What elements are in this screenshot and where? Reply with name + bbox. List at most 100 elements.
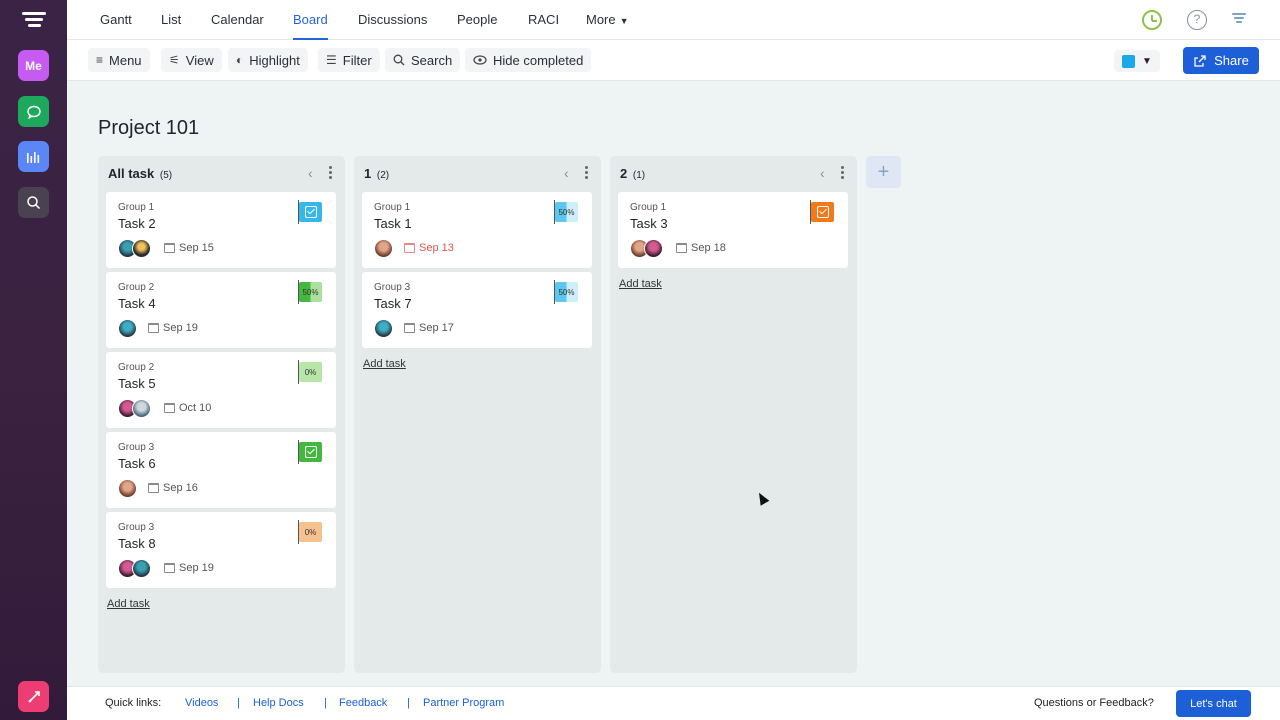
due-date: Sep 13 <box>404 242 454 254</box>
due-date-text: Sep 17 <box>419 322 454 334</box>
account-menu-icon[interactable] <box>1232 13 1246 27</box>
avatar <box>374 239 393 258</box>
rail-chat-button[interactable] <box>18 96 49 127</box>
rail-workload-button[interactable] <box>18 141 49 172</box>
highlight-button-label: Highlight <box>249 52 300 68</box>
due-date-text: Sep 19 <box>163 322 198 334</box>
calendar-icon <box>164 563 175 573</box>
tab-gantt[interactable]: Gantt <box>100 0 132 40</box>
rail-search-button[interactable] <box>18 187 49 218</box>
progress-badge[interactable]: 0% <box>298 360 322 384</box>
questions-label: Questions or Feedback? <box>1034 697 1154 709</box>
due-date: Sep 15 <box>164 242 214 254</box>
column-count: (2) <box>376 170 390 181</box>
assignees <box>118 239 151 258</box>
tab-people[interactable]: People <box>457 0 497 40</box>
rail-launch-button[interactable] <box>18 681 49 712</box>
tab-discussions[interactable]: Discussions <box>358 0 427 40</box>
task-card[interactable]: Group 3 Task 8 Sep 19 0% <box>106 512 336 588</box>
task-card[interactable]: Group 3 Task 6 Sep 16 <box>106 432 336 508</box>
quick-links-label: Quick links: <box>105 697 162 709</box>
progress-badge[interactable] <box>298 440 322 464</box>
due-date-text: Sep 13 <box>419 242 454 254</box>
task-name: Task 2 <box>118 216 156 231</box>
progress-badge[interactable]: 50% <box>554 200 578 224</box>
videos-link[interactable]: Videos <box>185 697 218 709</box>
chevron-left-icon[interactable]: ‹ <box>564 165 569 181</box>
task-name: Task 7 <box>374 296 412 311</box>
highlight-button[interactable]: ◐ Highlight <box>228 48 308 72</box>
task-card[interactable]: Group 2 Task 5 Oct 10 0% <box>106 352 336 428</box>
filter-icon: ☰ <box>326 53 337 67</box>
tab-list[interactable]: List <box>161 0 181 40</box>
add-task-link[interactable]: Add task <box>363 358 406 370</box>
share-icon <box>1194 54 1206 67</box>
left-rail: Me <box>0 0 67 720</box>
task-group: Group 2 <box>118 362 155 373</box>
more-vertical-icon[interactable] <box>585 166 589 180</box>
task-card[interactable]: Group 1 Task 1 Sep 13 50% <box>362 192 592 268</box>
calendar-icon <box>676 243 687 253</box>
search-icon <box>27 196 41 210</box>
clock-icon[interactable] <box>1142 10 1162 30</box>
calendar-icon <box>404 323 415 333</box>
search-button[interactable]: Search <box>385 48 461 72</box>
column-count: (1) <box>632 170 646 181</box>
menu-button[interactable]: ≡ Menu <box>88 48 150 72</box>
lets-chat-button[interactable]: Let's chat <box>1176 690 1251 717</box>
task-name: Task 1 <box>374 216 412 231</box>
progress-badge[interactable]: 50% <box>554 280 578 304</box>
progress-badge[interactable]: 50% <box>298 280 322 304</box>
search-icon <box>393 54 405 66</box>
column-title: All task (5) <box>108 166 172 181</box>
task-card[interactable]: Group 2 Task 4 Sep 19 50% <box>106 272 336 348</box>
rocket-icon <box>27 690 40 703</box>
help-docs-link[interactable]: Help Docs <box>253 697 304 709</box>
tab-more[interactable]: More ▼ <box>586 0 629 40</box>
caret-down-icon: ▼ <box>1142 55 1152 67</box>
avatar <box>374 319 393 338</box>
view-button[interactable]: ⚟ View <box>161 48 222 72</box>
progress-badge[interactable] <box>298 200 322 224</box>
progress-badge[interactable] <box>810 200 834 224</box>
progress-badge[interactable]: 0% <box>298 520 322 544</box>
hide-completed-label: Hide completed <box>493 52 584 68</box>
task-name: Task 4 <box>118 296 156 311</box>
chevron-left-icon[interactable]: ‹ <box>820 165 825 181</box>
help-icon[interactable]: ? <box>1187 10 1207 30</box>
link-separator: | <box>324 697 327 709</box>
task-card[interactable]: Group 1 Task 3 Sep 18 <box>618 192 848 268</box>
add-task-link[interactable]: Add task <box>107 598 150 610</box>
tab-board[interactable]: Board <box>293 0 328 40</box>
assignees <box>374 319 393 338</box>
feedback-link[interactable]: Feedback <box>339 697 387 709</box>
task-name: Task 5 <box>118 376 156 391</box>
app-logo-icon[interactable] <box>22 12 46 30</box>
task-card[interactable]: Group 1 Task 2 Sep 15 <box>106 192 336 268</box>
column-count: (5) <box>159 170 173 181</box>
checkmark-icon <box>816 206 829 218</box>
checkmark-icon <box>304 206 317 218</box>
avatar <box>118 479 137 498</box>
task-card[interactable]: Group 3 Task 7 Sep 17 50% <box>362 272 592 348</box>
task-group: Group 2 <box>118 282 155 293</box>
due-date: Sep 17 <box>404 322 454 334</box>
add-task-link[interactable]: Add task <box>619 278 662 290</box>
footer: Quick links: Videos | Help Docs | Feedba… <box>67 686 1280 720</box>
add-column-button[interactable]: + <box>866 156 901 188</box>
more-vertical-icon[interactable] <box>841 166 845 180</box>
partner-program-link[interactable]: Partner Program <box>423 697 504 709</box>
tab-calendar[interactable]: Calendar <box>211 0 264 40</box>
menu-button-label: Menu <box>109 52 142 68</box>
hide-completed-button[interactable]: Hide completed <box>465 48 592 72</box>
more-vertical-icon[interactable] <box>329 166 333 180</box>
rail-me-button[interactable]: Me <box>18 50 49 81</box>
color-picker[interactable]: ▼ <box>1114 50 1160 72</box>
share-button[interactable]: Share <box>1183 47 1259 74</box>
assignees <box>118 479 137 498</box>
tab-raci[interactable]: RACI <box>528 0 559 40</box>
top-navigation: Gantt List Calendar Board Discussions Pe… <box>67 0 1280 40</box>
filter-button[interactable]: ☰ Filter <box>318 48 380 72</box>
chevron-left-icon[interactable]: ‹ <box>308 165 313 181</box>
due-date: Sep 19 <box>164 562 214 574</box>
